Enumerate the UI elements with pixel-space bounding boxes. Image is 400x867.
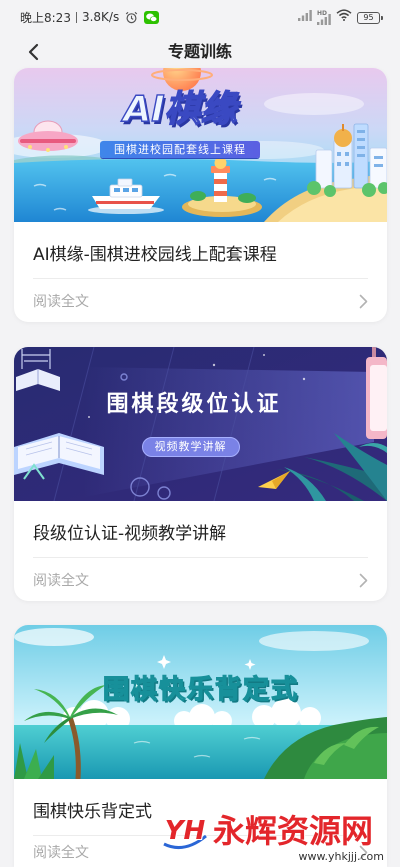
top-nav-bar: 专题训练 <box>0 34 400 70</box>
watermark-logo-text: YH <box>164 816 206 846</box>
status-net-speed: 3.8K/s <box>81 10 120 24</box>
course-title[interactable]: 段级位认证-视频教学讲解 <box>33 523 226 545</box>
banner-illustration <box>14 347 387 501</box>
signal-hd-icon: HD <box>317 10 331 25</box>
chevron-right-icon <box>359 294 368 308</box>
read-more-row[interactable]: 阅读全文 <box>14 559 387 601</box>
course-card[interactable]: AI棋缘 围棋进校园配套线上课程 AI棋缘-围棋进校园线上配套课程 阅读全文 <box>14 68 387 322</box>
status-left: 晚上8:23 3.8K/s <box>20 10 160 25</box>
status-time: 晚上8:23 <box>20 10 71 25</box>
watermark-url: www.yhkjjj.com <box>298 850 385 863</box>
status-bar: 晚上8:23 3.8K/s HD 95 <box>0 0 400 34</box>
watermark: YH 永辉资源网 www.yhkjjj.com <box>160 810 386 864</box>
course-banner-joseki[interactable]: 围棋快乐背定式 <box>14 625 387 779</box>
banner-subtitle: 视频教学讲解 <box>141 437 240 457</box>
wechat-icon <box>144 10 160 24</box>
card-divider <box>33 278 368 279</box>
read-more-row[interactable]: 阅读全文 <box>14 280 387 322</box>
read-more-label: 阅读全文 <box>33 845 89 861</box>
card-divider <box>33 557 368 558</box>
status-separator <box>75 11 77 23</box>
course-card[interactable]: 围棋段级位认证 视频教学讲解 段级位认证-视频教学讲解 阅读全文 <box>14 347 387 601</box>
signal-icon <box>298 6 312 25</box>
banner-subtitle-pill: 视频教学讲解 <box>14 435 367 457</box>
watermark-name: 永辉资源网 <box>213 812 374 850</box>
banner-subtitle: 围棋进校园配套线上课程 <box>100 141 260 158</box>
banner-title: 围棋段级位认证 <box>106 392 282 417</box>
read-more-label: 阅读全文 <box>33 294 89 310</box>
read-more-label: 阅读全文 <box>33 573 89 589</box>
alarm-icon <box>125 11 138 24</box>
course-title[interactable]: 围棋快乐背定式 <box>33 801 152 823</box>
battery-level: 95 <box>363 13 374 22</box>
banner-title: AI棋缘 <box>123 88 238 130</box>
page-title: 专题训练 <box>167 42 232 61</box>
course-banner-rank-certification[interactable]: 围棋段级位认证 视频教学讲解 <box>14 347 387 501</box>
course-banner-ai-qiyuan[interactable]: AI棋缘 围棋进校园配套线上课程 <box>14 68 387 222</box>
network-badge: HD <box>317 10 328 17</box>
battery-icon: 95 <box>357 12 383 24</box>
banner-subtitle-ribbon: 围棋进校园配套线上课程 <box>14 138 346 158</box>
banner-title: 围棋快乐背定式 <box>102 674 299 705</box>
status-right: HD 95 <box>298 6 383 25</box>
wifi-icon <box>336 6 352 25</box>
course-title[interactable]: AI棋缘-围棋进校园线上配套课程 <box>33 244 277 266</box>
chevron-right-icon <box>359 573 368 587</box>
watermark-logo: YH <box>162 814 208 850</box>
